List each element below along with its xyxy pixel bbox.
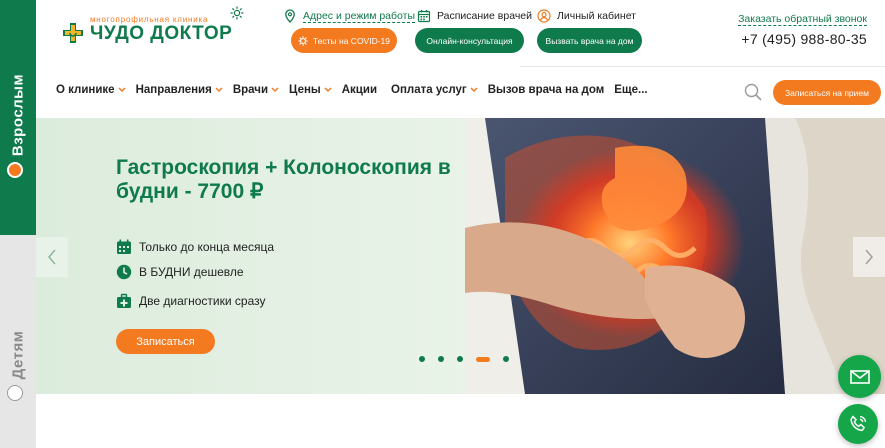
hero-feature-text: Только до конца месяца <box>139 240 274 254</box>
home-doctor-label: Вызвать врача на дом <box>545 35 634 46</box>
adult-radio[interactable] <box>7 162 23 178</box>
nav-item-about[interactable]: О клинике <box>56 84 126 96</box>
nav-item-promotions[interactable]: Акции <box>342 84 377 96</box>
main-nav: О клинике Направления Врачи Цены Акции О… <box>56 84 648 96</box>
sun-icon <box>230 6 244 20</box>
location-pin-icon <box>285 9 295 23</box>
nav-item-label: Вызов врача на дом <box>487 84 605 96</box>
page: Взрослым Детям многопрофильная клиника Ч… <box>0 0 885 448</box>
callback-link[interactable]: Заказать обратный звонок <box>738 13 867 26</box>
stomach-pain-illustration <box>465 118 885 394</box>
slider-dot[interactable] <box>438 356 444 362</box>
search-icon[interactable] <box>744 83 762 101</box>
chevron-down-icon <box>118 87 126 93</box>
nav-item-label: Оплата услуг <box>391 84 467 96</box>
nav-item-home-visit[interactable]: Вызов врача на дом <box>488 84 605 96</box>
nav-item-label: Акции <box>341 84 378 96</box>
hero-feature: Только до конца месяца <box>116 239 274 255</box>
chevron-down-icon <box>215 87 223 93</box>
covid-tests-label: Тесты на COVID-19 <box>312 35 391 46</box>
online-consultation-button[interactable]: Онлайн-консультация <box>415 28 524 53</box>
nav-item-label: Цены <box>289 84 321 96</box>
address-link-label: Адрес и режим работы <box>303 9 416 23</box>
virus-icon <box>298 35 308 46</box>
nav-item-label: Врачи <box>232 84 269 96</box>
hero-feature-text: В БУДНИ дешевле <box>139 265 244 279</box>
call-fab[interactable] <box>838 404 878 444</box>
message-fab[interactable] <box>838 355 881 398</box>
slider-prev-button[interactable] <box>36 237 68 277</box>
nav-item-directions[interactable]: Направления <box>136 84 223 96</box>
hero-feature-text: Две диагностики сразу <box>139 294 266 308</box>
book-appointment-button[interactable]: Записаться на прием <box>773 80 881 105</box>
hero-feature: В БУДНИ дешевле <box>116 264 244 280</box>
slider-dots <box>419 356 509 362</box>
cabinet-link-label: Личный кабинет <box>557 10 636 22</box>
hero-title: Гастроскопия + Колоноскопия в будни - 77… <box>116 156 451 203</box>
nav-item-label: О клинике <box>56 84 115 96</box>
logo[interactable]: многопрофильная клиника ЧУДО ДОКТОР <box>62 14 232 46</box>
kids-radio[interactable] <box>7 385 23 401</box>
covid-tests-button[interactable]: Тесты на COVID-19 <box>291 28 397 53</box>
phone-icon <box>850 415 867 432</box>
slider-dot[interactable] <box>419 356 425 362</box>
schedule-link-label: Расписание врачей <box>437 10 533 22</box>
hero-signup-label: Записаться <box>136 335 195 348</box>
arrow-left-icon <box>48 249 56 265</box>
nav-item-more[interactable]: Еще... <box>614 84 647 96</box>
chevron-down-icon <box>271 87 279 93</box>
nav-item-payment[interactable]: Оплата услуг <box>391 84 478 96</box>
adult-tab[interactable]: Взрослым <box>0 0 36 235</box>
address-link[interactable]: Адрес и режим работы <box>283 9 416 23</box>
slider-next-button[interactable] <box>853 237 885 277</box>
online-consultation-label: Онлайн-консультация <box>426 35 513 46</box>
header-divider <box>520 66 885 67</box>
clock-icon <box>116 264 132 280</box>
adult-tab-label: Взрослым <box>9 73 27 157</box>
hero-image <box>465 118 885 394</box>
schedule-link[interactable]: Расписание врачей <box>417 9 532 23</box>
kids-tab-label: Детям <box>9 330 27 380</box>
hero-signup-button[interactable]: Записаться <box>116 329 215 354</box>
user-icon <box>537 9 551 23</box>
kids-tab[interactable]: Детям <box>0 235 36 448</box>
nav-item-prices[interactable]: Цены <box>289 84 332 96</box>
calendar-icon <box>417 10 431 23</box>
cabinet-link[interactable]: Личный кабинет <box>537 9 636 23</box>
chevron-down-icon <box>470 87 478 93</box>
logo-title: ЧУДО ДОКТОР <box>90 23 233 44</box>
home-doctor-button[interactable]: Вызвать врача на дом <box>537 28 642 53</box>
slider-dot[interactable] <box>503 356 509 362</box>
logo-cross-icon <box>63 23 83 43</box>
chevron-down-icon <box>324 87 332 93</box>
mail-icon <box>849 369 870 384</box>
slider-dot-active[interactable] <box>476 356 490 362</box>
phone-number[interactable]: +7 (495) 988-80-35 <box>741 31 867 47</box>
nav-item-label: Еще... <box>614 84 648 96</box>
book-appointment-label: Записаться на прием <box>785 87 869 98</box>
medical-kit-icon <box>117 293 131 308</box>
arrow-right-icon <box>865 249 873 265</box>
hero-slider: Гастроскопия + Колоноскопия в будни - 77… <box>36 118 885 394</box>
nav-item-label: Направления <box>135 84 212 96</box>
slider-dot[interactable] <box>457 356 463 362</box>
nav-item-doctors[interactable]: Врачи <box>233 84 279 96</box>
hero-feature: Две диагностики сразу <box>116 293 266 309</box>
calendar-icon <box>117 239 131 254</box>
